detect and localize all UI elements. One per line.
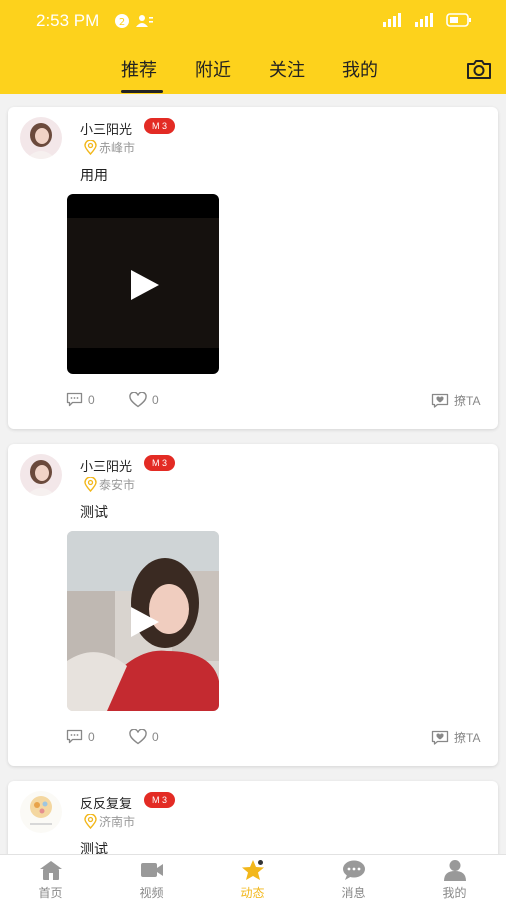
location-pin-icon bbox=[84, 140, 97, 155]
heart-icon bbox=[129, 729, 147, 745]
feed[interactable]: 小三阳光 M 3 赤峰市 用用 0 0 撩TA 小三阳光 M 3 泰安市 测试 … bbox=[0, 94, 506, 854]
bottom-nav: 首页 视频 动态 消息 我的 bbox=[0, 854, 506, 900]
username[interactable]: 小三阳光 bbox=[80, 119, 132, 138]
chat-heart-icon bbox=[431, 730, 449, 745]
video-camera-icon bbox=[141, 863, 163, 877]
play-icon[interactable] bbox=[127, 268, 161, 302]
nav-moments-label: 动态 bbox=[240, 886, 265, 900]
chat-heart-icon bbox=[431, 393, 449, 408]
location: 赤峰市 bbox=[84, 139, 135, 156]
tab-nearby[interactable]: 附近 bbox=[195, 56, 231, 82]
like-count: 0 bbox=[152, 393, 159, 407]
svg-text:2: 2 bbox=[119, 17, 125, 28]
message-icon bbox=[343, 860, 365, 880]
nav-moments[interactable]: 动态 bbox=[202, 855, 303, 900]
location: 泰安市 bbox=[84, 476, 135, 493]
avatar[interactable] bbox=[20, 454, 62, 496]
post-text: 用用 bbox=[80, 168, 108, 184]
post-text: 测试 bbox=[80, 842, 108, 854]
video-thumbnail[interactable] bbox=[67, 194, 219, 374]
comment-icon bbox=[66, 729, 83, 744]
heart-icon bbox=[129, 392, 147, 408]
comment-button[interactable]: 0 bbox=[66, 729, 95, 744]
signal-icon bbox=[383, 13, 401, 27]
nav-messages-label: 消息 bbox=[341, 886, 366, 900]
chat-button[interactable]: 撩TA bbox=[431, 729, 480, 746]
comment-count: 0 bbox=[88, 729, 95, 744]
chat-button[interactable]: 撩TA bbox=[431, 392, 480, 409]
location-text: 赤峰市 bbox=[99, 141, 136, 155]
like-button[interactable]: 0 bbox=[129, 392, 159, 408]
location-pin-icon bbox=[84, 477, 97, 492]
location-pin-icon bbox=[84, 814, 97, 829]
level-badge: M 3 bbox=[144, 118, 176, 134]
signal-icon-2 bbox=[415, 13, 433, 27]
play-icon[interactable] bbox=[127, 605, 161, 639]
camera-icon[interactable] bbox=[466, 58, 492, 80]
top-header: 2:53 PM 2 推荐 附近 关注 我的 bbox=[0, 0, 506, 94]
nav-home[interactable]: 首页 bbox=[0, 855, 101, 900]
contacts-icon bbox=[136, 15, 153, 27]
nav-home-label: 首页 bbox=[38, 886, 63, 900]
star-icon bbox=[242, 860, 264, 880]
status-bar: 2:53 PM 2 bbox=[0, 0, 506, 42]
username[interactable]: 反反复复 bbox=[80, 793, 132, 812]
tab-bar: 推荐 附近 关注 我的 bbox=[0, 56, 506, 94]
post-actions: 0 0 撩TA bbox=[8, 392, 498, 412]
post-card: 小三阳光 M 3 泰安市 测试 0 0 撩TA bbox=[8, 444, 498, 766]
nav-video[interactable]: 视频 bbox=[101, 855, 202, 900]
location: 济南市 bbox=[84, 813, 135, 830]
battery-icon bbox=[446, 13, 471, 27]
comment-count: 0 bbox=[88, 392, 95, 407]
tab-recommend[interactable]: 推荐 bbox=[121, 56, 157, 82]
comment-icon bbox=[66, 392, 83, 407]
nav-messages[interactable]: 消息 bbox=[303, 855, 404, 900]
post-card: 反反复复 M 3 济南市 测试 bbox=[8, 781, 498, 854]
level-badge: M 3 bbox=[144, 792, 176, 808]
level-badge: M 3 bbox=[144, 455, 176, 471]
nav-video-label: 视频 bbox=[139, 886, 164, 900]
location-text: 泰安市 bbox=[99, 478, 136, 492]
post-actions: 0 0 撩TA bbox=[8, 729, 498, 749]
home-icon bbox=[40, 861, 62, 880]
post-text: 测试 bbox=[80, 505, 108, 521]
tab-mine[interactable]: 我的 bbox=[342, 56, 378, 82]
nav-profile[interactable]: 我的 bbox=[404, 855, 505, 900]
nav-profile-label: 我的 bbox=[442, 886, 467, 900]
person-icon bbox=[444, 860, 466, 881]
tab-active-indicator bbox=[121, 90, 163, 93]
location-text: 济南市 bbox=[99, 815, 136, 829]
avatar[interactable] bbox=[20, 117, 62, 159]
tab-following[interactable]: 关注 bbox=[269, 56, 305, 82]
post-card: 小三阳光 M 3 赤峰市 用用 0 0 撩TA bbox=[8, 107, 498, 429]
status-time: 2:53 PM bbox=[36, 11, 100, 30]
like-button[interactable]: 0 bbox=[129, 729, 159, 745]
chat-label: 撩TA bbox=[454, 731, 481, 745]
notification-icon: 2 bbox=[115, 14, 129, 28]
comment-button[interactable]: 0 bbox=[66, 392, 95, 407]
username[interactable]: 小三阳光 bbox=[80, 456, 132, 475]
video-thumbnail[interactable] bbox=[67, 531, 219, 711]
avatar[interactable] bbox=[20, 791, 62, 833]
like-count: 0 bbox=[152, 730, 159, 744]
chat-label: 撩TA bbox=[454, 394, 481, 408]
